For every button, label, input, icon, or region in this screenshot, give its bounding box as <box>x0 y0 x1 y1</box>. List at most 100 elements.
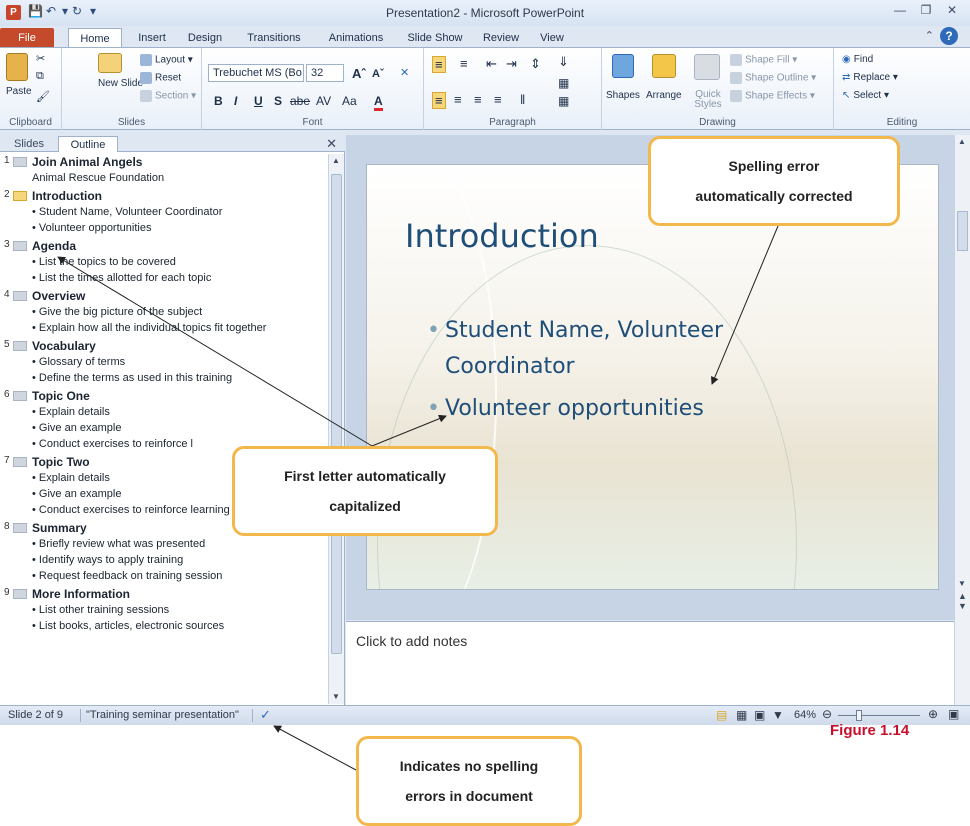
justify-icon[interactable]: ≡ <box>494 92 502 107</box>
new-slide-icon[interactable] <box>98 53 122 73</box>
outline-line[interactable]: Animal Rescue Foundation <box>32 170 328 186</box>
outline-line[interactable]: List the times allotted for each topic <box>32 270 328 286</box>
increase-indent-icon[interactable]: ⇥ <box>506 56 517 72</box>
slide-thumbnail-icon[interactable] <box>13 341 27 351</box>
scroll-down-icon[interactable]: ▼ <box>332 692 340 701</box>
columns-icon[interactable]: ‖ <box>520 92 525 107</box>
shape-effects-button[interactable]: Shape Effects ▾ <box>730 90 815 102</box>
minimize-icon[interactable]: — <box>888 3 912 17</box>
scroll-up-icon[interactable]: ▲ <box>958 137 966 146</box>
theme-name[interactable]: "Training seminar presentation" <box>86 709 239 721</box>
reading-view-icon[interactable]: ▣ <box>754 708 765 722</box>
strikethrough-button[interactable]: abe <box>290 94 310 108</box>
font-size-select[interactable]: 32 <box>306 64 344 82</box>
tab-outline[interactable]: Outline <box>58 136 118 152</box>
decrease-indent-icon[interactable]: ⇤ <box>486 56 497 72</box>
layout-button[interactable]: Layout ▾ <box>140 54 193 66</box>
scroll-thumb[interactable] <box>331 174 342 654</box>
outline-line[interactable]: Give the big picture of the subject <box>32 304 328 320</box>
replace-button[interactable]: ⇄ Replace ▾ <box>842 72 898 83</box>
slide-thumbnail-icon[interactable] <box>13 589 27 599</box>
align-center-icon[interactable]: ≡ <box>454 92 462 107</box>
outline-line[interactable]: Request feedback on training session <box>32 568 328 584</box>
outline-slide-title[interactable]: Vocabulary <box>32 338 328 354</box>
slide-show-icon[interactable]: ▼ <box>772 708 784 722</box>
align-text-icon[interactable]: ▦ <box>558 76 569 90</box>
outline-slide-item[interactable]: 4 OverviewGive the big picture of the sub… <box>0 288 328 336</box>
italic-button[interactable]: I <box>234 94 237 108</box>
new-slide-button[interactable]: New Slide <box>98 78 143 89</box>
arrange-button[interactable]: Arrange <box>646 90 682 101</box>
tab-transitions[interactable]: Transitions <box>236 28 312 48</box>
tab-animations[interactable]: Animations <box>318 28 394 48</box>
copy-icon[interactable]: ⧉ <box>36 70 44 83</box>
outline-line[interactable]: Briefly review what was presented <box>32 536 328 552</box>
arrange-icon[interactable] <box>652 54 676 78</box>
outline-line[interactable]: List books, articles, electronic sources <box>32 618 328 634</box>
shape-outline-button[interactable]: Shape Outline ▾ <box>730 72 816 84</box>
cut-icon[interactable]: ✂ <box>36 52 45 65</box>
change-case-button[interactable]: Aa <box>342 94 357 108</box>
character-spacing-button[interactable]: AV <box>316 94 331 108</box>
zoom-out-icon[interactable]: ⊖ <box>822 707 832 721</box>
slide-thumbnail-icon[interactable] <box>13 523 27 533</box>
shrink-font-icon[interactable]: Aˇ <box>372 68 384 80</box>
outline-line[interactable]: Explain details <box>32 404 328 420</box>
slide-thumbnail-icon[interactable] <box>13 191 27 201</box>
outline-slide-item[interactable]: 2 IntroductionStudent Name, Volunteer Coo… <box>0 188 328 236</box>
grow-font-icon[interactable]: Aˆ <box>352 66 366 81</box>
outline-slide-item[interactable]: 6 Topic OneExplain detailsGive an example… <box>0 388 328 452</box>
slide-thumbnail-icon[interactable] <box>13 241 27 251</box>
slide-bullet[interactable]: • Volunteer opportunities <box>427 391 704 427</box>
select-button[interactable]: ↖ Select ▾ <box>842 90 889 101</box>
outline-line[interactable]: Define the terms as used in this trainin… <box>32 370 328 386</box>
outline-slide-item[interactable]: 9 More InformationList other training ses… <box>0 586 328 634</box>
slide-thumbnail-icon[interactable] <box>13 391 27 401</box>
shadow-button[interactable]: S <box>274 94 282 108</box>
outline-line[interactable]: Explain how all the individual topics fi… <box>32 320 328 336</box>
previous-slide-icon[interactable]: ▲ <box>958 591 967 601</box>
font-color-button[interactable]: A <box>374 94 383 111</box>
zoom-slider[interactable] <box>838 715 920 716</box>
bold-button[interactable]: B <box>214 94 223 108</box>
slide-bullet-continuation[interactable]: Coordinator <box>445 349 575 385</box>
slide-thumbnail-icon[interactable] <box>13 157 27 167</box>
scroll-up-icon[interactable]: ▲ <box>332 156 340 165</box>
outline-slide-title[interactable]: Join Animal Angels <box>32 154 328 170</box>
font-family-select[interactable]: Trebuchet MS (Bo <box>208 64 304 82</box>
tab-insert[interactable]: Insert <box>128 28 176 48</box>
slide-bullet[interactable]: • Student Name, Volunteer <box>427 313 723 349</box>
tab-view[interactable]: View <box>532 28 572 48</box>
close-icon[interactable]: ✕ <box>940 3 964 17</box>
scroll-thumb[interactable] <box>957 211 968 251</box>
tab-review[interactable]: Review <box>476 28 526 48</box>
notes-pane[interactable]: Click to add notes <box>346 621 954 705</box>
scroll-down-icon[interactable]: ▼ <box>958 579 966 588</box>
notes-placeholder[interactable]: Click to add notes <box>356 633 467 649</box>
reset-button[interactable]: Reset <box>140 72 181 84</box>
find-button[interactable]: ◉ Find <box>842 54 873 65</box>
quick-styles-icon[interactable] <box>694 54 720 80</box>
line-spacing-icon[interactable]: ⇕ <box>530 56 541 72</box>
format-painter-icon[interactable]: 🖌 <box>36 90 50 103</box>
outline-line[interactable]: Identify ways to apply training <box>32 552 328 568</box>
outline-list[interactable]: 1 Join Animal Angels Animal Rescue Foundat… <box>0 154 328 704</box>
numbering-icon[interactable]: ≡ <box>460 56 468 71</box>
slide-sorter-icon[interactable]: ▦ <box>736 708 747 722</box>
smartart-icon[interactable]: ▦ <box>558 94 569 108</box>
tab-design[interactable]: Design <box>180 28 230 48</box>
zoom-in-icon[interactable]: ⊕ <box>928 707 938 721</box>
outline-line[interactable]: Volunteer opportunities <box>32 220 328 236</box>
shape-fill-button[interactable]: Shape Fill ▾ <box>730 54 797 66</box>
bullets-icon[interactable]: ≡ <box>432 56 446 73</box>
quick-styles-button[interactable]: Quick Styles <box>694 90 722 110</box>
normal-view-icon[interactable]: ▤ <box>716 708 727 722</box>
paste-button[interactable]: Paste <box>6 86 32 97</box>
outline-line[interactable]: List other training sessions <box>32 602 328 618</box>
minimize-ribbon-icon[interactable]: ⌃ <box>925 29 934 42</box>
outline-slide-title[interactable]: Agenda <box>32 238 328 254</box>
align-right-icon[interactable]: ≡ <box>474 92 482 107</box>
outline-slide-title[interactable]: Topic One <box>32 388 328 404</box>
zoom-level[interactable]: 64% <box>794 709 816 721</box>
tab-home[interactable]: Home <box>68 28 122 48</box>
